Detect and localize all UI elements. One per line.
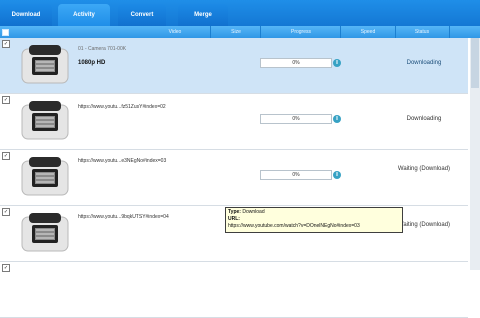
- table-row[interactable]: ✓ https://www.youtu...e3NEgNo#index=03 0…: [0, 150, 468, 206]
- select-all-checkbox[interactable]: [2, 29, 9, 36]
- tooltip-url-line: URL:: [228, 216, 400, 223]
- column-progress[interactable]: Progress: [262, 26, 340, 38]
- progress-text: 0%: [292, 172, 300, 178]
- vertical-scrollbar[interactable]: [470, 38, 480, 270]
- url-tooltip: Type: Download URL: https://www.youtube.…: [225, 207, 403, 233]
- column-divider: [449, 26, 450, 38]
- tab-merge[interactable]: Merge: [178, 4, 228, 26]
- video-url: https://www.youtu...fz51ZusY#index=02: [78, 104, 166, 110]
- top-bar: Download Activity Convert Merge: [0, 0, 480, 26]
- scrollbar-thumb[interactable]: [471, 38, 479, 88]
- video-url: https://www.youtu...9bqkUTSY#index=04: [78, 214, 169, 220]
- column-divider: [340, 26, 341, 38]
- progress-bar: 0%: [260, 114, 332, 124]
- column-speed[interactable]: Speed: [342, 26, 394, 38]
- camera-thumbnail-icon: [21, 213, 69, 252]
- progress-bar: 0%: [260, 58, 332, 68]
- table-row[interactable]: ✓ 01 - Camera 701-00K 1080p HD 0% II Dow…: [0, 38, 468, 94]
- tab-download[interactable]: Download: [0, 4, 52, 26]
- camera-thumbnail-icon: [21, 157, 69, 196]
- row-checkbox[interactable]: ✓: [2, 264, 10, 272]
- status-text: Downloading: [406, 116, 442, 122]
- pause-icon[interactable]: II: [333, 59, 341, 67]
- column-divider: [210, 26, 211, 38]
- row-checkbox[interactable]: ✓: [2, 96, 10, 104]
- column-status[interactable]: Status: [396, 26, 448, 38]
- video-url: https://www.youtu...e3NEgNo#index=03: [78, 158, 167, 164]
- tab-activity[interactable]: Activity: [58, 4, 110, 26]
- column-size[interactable]: Size: [212, 26, 260, 38]
- progress-text: 0%: [292, 60, 300, 66]
- table-header: Video Size Progress Speed Status: [0, 26, 480, 38]
- row-checkbox[interactable]: ✓: [2, 152, 10, 160]
- row-checkbox[interactable]: ✓: [2, 40, 10, 48]
- tab-convert[interactable]: Convert: [118, 4, 166, 26]
- tooltip-url-label: URL:: [228, 216, 240, 222]
- progress-text: 0%: [292, 116, 300, 122]
- tooltip-type-line: Type: Download: [228, 209, 400, 216]
- camera-thumbnail-icon: [21, 101, 69, 140]
- tooltip-url-value: https://www.youtube.com/watch?v=DOnelNEg…: [228, 223, 360, 229]
- camera-thumbnail-icon: [21, 45, 69, 84]
- status-text: Waiting (Download): [397, 166, 451, 172]
- row-checkbox[interactable]: ✓: [2, 208, 10, 216]
- status-text: Waiting (Download): [397, 222, 451, 228]
- video-quality: 1080p HD: [78, 60, 106, 66]
- pause-icon[interactable]: II: [333, 171, 341, 179]
- table-row[interactable]: ✓ https://www.youtu...fz51ZusY#index=02 …: [0, 94, 468, 150]
- video-source: 01 - Camera 701-00K: [78, 46, 127, 52]
- tooltip-type-label: Type:: [228, 209, 241, 215]
- column-divider: [260, 26, 261, 38]
- progress-bar: 0%: [260, 170, 332, 180]
- table-row[interactable]: ✓: [0, 262, 468, 318]
- pause-icon[interactable]: II: [333, 115, 341, 123]
- tooltip-type-value: Download: [242, 209, 265, 215]
- status-text: Downloading: [406, 60, 442, 66]
